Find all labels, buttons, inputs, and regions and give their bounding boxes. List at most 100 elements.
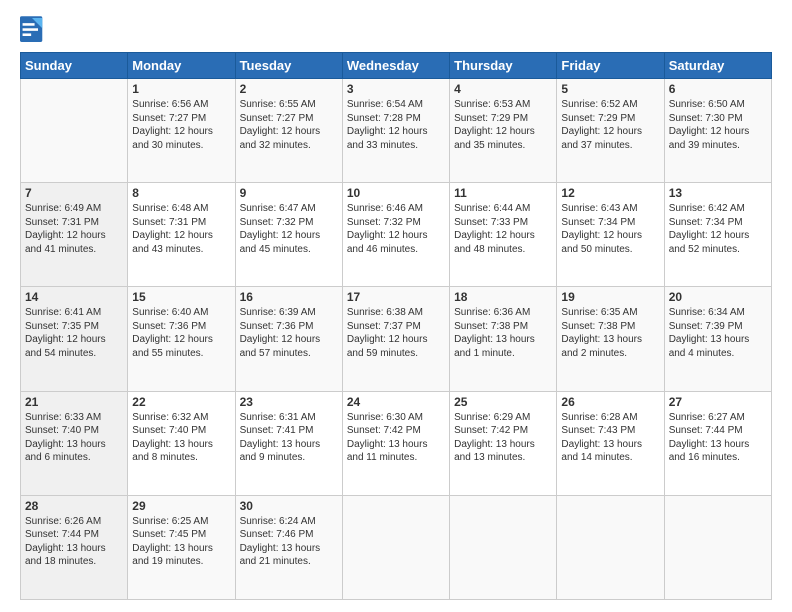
day-number: 17 <box>347 290 445 304</box>
day-info: Sunrise: 6:29 AMSunset: 7:42 PMDaylight:… <box>454 411 552 465</box>
day-number: 28 <box>25 499 123 513</box>
day-number: 19 <box>561 290 659 304</box>
day-number: 23 <box>240 395 338 409</box>
day-info: Sunrise: 6:53 AMSunset: 7:29 PMDaylight:… <box>454 98 552 152</box>
day-cell: 11 Sunrise: 6:44 AMSunset: 7:33 PMDaylig… <box>450 183 557 287</box>
week-row-0: 1 Sunrise: 6:56 AMSunset: 7:27 PMDayligh… <box>21 79 772 183</box>
header-cell-tuesday: Tuesday <box>235 53 342 79</box>
day-cell: 23 Sunrise: 6:31 AMSunset: 7:41 PMDaylig… <box>235 391 342 495</box>
day-info: Sunrise: 6:28 AMSunset: 7:43 PMDaylight:… <box>561 411 659 465</box>
day-info: Sunrise: 6:41 AMSunset: 7:35 PMDaylight:… <box>25 306 123 360</box>
day-number: 25 <box>454 395 552 409</box>
day-cell: 5 Sunrise: 6:52 AMSunset: 7:29 PMDayligh… <box>557 79 664 183</box>
day-number: 12 <box>561 186 659 200</box>
day-number: 10 <box>347 186 445 200</box>
day-cell: 25 Sunrise: 6:29 AMSunset: 7:42 PMDaylig… <box>450 391 557 495</box>
calendar-table: SundayMondayTuesdayWednesdayThursdayFrid… <box>20 52 772 600</box>
day-number: 24 <box>347 395 445 409</box>
day-cell: 27 Sunrise: 6:27 AMSunset: 7:44 PMDaylig… <box>664 391 771 495</box>
day-number: 8 <box>132 186 230 200</box>
day-cell: 9 Sunrise: 6:47 AMSunset: 7:32 PMDayligh… <box>235 183 342 287</box>
header-cell-sunday: Sunday <box>21 53 128 79</box>
day-cell: 15 Sunrise: 6:40 AMSunset: 7:36 PMDaylig… <box>128 287 235 391</box>
week-row-1: 7 Sunrise: 6:49 AMSunset: 7:31 PMDayligh… <box>21 183 772 287</box>
day-cell: 8 Sunrise: 6:48 AMSunset: 7:31 PMDayligh… <box>128 183 235 287</box>
day-number: 26 <box>561 395 659 409</box>
day-number: 9 <box>240 186 338 200</box>
day-cell: 13 Sunrise: 6:42 AMSunset: 7:34 PMDaylig… <box>664 183 771 287</box>
day-info: Sunrise: 6:42 AMSunset: 7:34 PMDaylight:… <box>669 202 767 256</box>
logo-icon <box>20 16 44 44</box>
day-cell <box>664 495 771 599</box>
day-cell: 18 Sunrise: 6:36 AMSunset: 7:38 PMDaylig… <box>450 287 557 391</box>
day-info: Sunrise: 6:25 AMSunset: 7:45 PMDaylight:… <box>132 515 230 569</box>
day-info: Sunrise: 6:54 AMSunset: 7:28 PMDaylight:… <box>347 98 445 152</box>
header <box>20 16 772 44</box>
header-cell-saturday: Saturday <box>664 53 771 79</box>
day-info: Sunrise: 6:52 AMSunset: 7:29 PMDaylight:… <box>561 98 659 152</box>
day-number: 30 <box>240 499 338 513</box>
day-cell <box>342 495 449 599</box>
day-number: 1 <box>132 82 230 96</box>
header-row: SundayMondayTuesdayWednesdayThursdayFrid… <box>21 53 772 79</box>
day-number: 4 <box>454 82 552 96</box>
day-info: Sunrise: 6:43 AMSunset: 7:34 PMDaylight:… <box>561 202 659 256</box>
day-cell: 17 Sunrise: 6:38 AMSunset: 7:37 PMDaylig… <box>342 287 449 391</box>
day-info: Sunrise: 6:39 AMSunset: 7:36 PMDaylight:… <box>240 306 338 360</box>
day-info: Sunrise: 6:30 AMSunset: 7:42 PMDaylight:… <box>347 411 445 465</box>
day-number: 15 <box>132 290 230 304</box>
day-number: 3 <box>347 82 445 96</box>
header-cell-friday: Friday <box>557 53 664 79</box>
day-cell: 19 Sunrise: 6:35 AMSunset: 7:38 PMDaylig… <box>557 287 664 391</box>
day-number: 13 <box>669 186 767 200</box>
header-cell-wednesday: Wednesday <box>342 53 449 79</box>
day-info: Sunrise: 6:26 AMSunset: 7:44 PMDaylight:… <box>25 515 123 569</box>
day-cell <box>450 495 557 599</box>
day-cell: 29 Sunrise: 6:25 AMSunset: 7:45 PMDaylig… <box>128 495 235 599</box>
day-cell: 14 Sunrise: 6:41 AMSunset: 7:35 PMDaylig… <box>21 287 128 391</box>
day-cell: 21 Sunrise: 6:33 AMSunset: 7:40 PMDaylig… <box>21 391 128 495</box>
day-info: Sunrise: 6:46 AMSunset: 7:32 PMDaylight:… <box>347 202 445 256</box>
day-number: 14 <box>25 290 123 304</box>
day-info: Sunrise: 6:47 AMSunset: 7:32 PMDaylight:… <box>240 202 338 256</box>
day-info: Sunrise: 6:56 AMSunset: 7:27 PMDaylight:… <box>132 98 230 152</box>
day-number: 29 <box>132 499 230 513</box>
header-cell-monday: Monday <box>128 53 235 79</box>
day-info: Sunrise: 6:31 AMSunset: 7:41 PMDaylight:… <box>240 411 338 465</box>
day-info: Sunrise: 6:34 AMSunset: 7:39 PMDaylight:… <box>669 306 767 360</box>
day-cell: 1 Sunrise: 6:56 AMSunset: 7:27 PMDayligh… <box>128 79 235 183</box>
header-cell-thursday: Thursday <box>450 53 557 79</box>
day-cell: 30 Sunrise: 6:24 AMSunset: 7:46 PMDaylig… <box>235 495 342 599</box>
day-cell: 20 Sunrise: 6:34 AMSunset: 7:39 PMDaylig… <box>664 287 771 391</box>
day-number: 22 <box>132 395 230 409</box>
day-info: Sunrise: 6:40 AMSunset: 7:36 PMDaylight:… <box>132 306 230 360</box>
day-cell: 12 Sunrise: 6:43 AMSunset: 7:34 PMDaylig… <box>557 183 664 287</box>
day-cell: 7 Sunrise: 6:49 AMSunset: 7:31 PMDayligh… <box>21 183 128 287</box>
day-number: 7 <box>25 186 123 200</box>
day-cell: 2 Sunrise: 6:55 AMSunset: 7:27 PMDayligh… <box>235 79 342 183</box>
day-info: Sunrise: 6:38 AMSunset: 7:37 PMDaylight:… <box>347 306 445 360</box>
day-number: 27 <box>669 395 767 409</box>
day-info: Sunrise: 6:32 AMSunset: 7:40 PMDaylight:… <box>132 411 230 465</box>
day-info: Sunrise: 6:50 AMSunset: 7:30 PMDaylight:… <box>669 98 767 152</box>
logo <box>20 16 48 44</box>
day-number: 18 <box>454 290 552 304</box>
day-info: Sunrise: 6:48 AMSunset: 7:31 PMDaylight:… <box>132 202 230 256</box>
day-cell: 4 Sunrise: 6:53 AMSunset: 7:29 PMDayligh… <box>450 79 557 183</box>
day-info: Sunrise: 6:33 AMSunset: 7:40 PMDaylight:… <box>25 411 123 465</box>
day-info: Sunrise: 6:44 AMSunset: 7:33 PMDaylight:… <box>454 202 552 256</box>
day-number: 21 <box>25 395 123 409</box>
week-row-2: 14 Sunrise: 6:41 AMSunset: 7:35 PMDaylig… <box>21 287 772 391</box>
day-number: 16 <box>240 290 338 304</box>
day-number: 2 <box>240 82 338 96</box>
day-info: Sunrise: 6:55 AMSunset: 7:27 PMDaylight:… <box>240 98 338 152</box>
day-info: Sunrise: 6:35 AMSunset: 7:38 PMDaylight:… <box>561 306 659 360</box>
day-cell: 3 Sunrise: 6:54 AMSunset: 7:28 PMDayligh… <box>342 79 449 183</box>
day-cell: 26 Sunrise: 6:28 AMSunset: 7:43 PMDaylig… <box>557 391 664 495</box>
day-cell: 22 Sunrise: 6:32 AMSunset: 7:40 PMDaylig… <box>128 391 235 495</box>
day-cell: 24 Sunrise: 6:30 AMSunset: 7:42 PMDaylig… <box>342 391 449 495</box>
day-cell: 16 Sunrise: 6:39 AMSunset: 7:36 PMDaylig… <box>235 287 342 391</box>
day-number: 11 <box>454 186 552 200</box>
day-info: Sunrise: 6:49 AMSunset: 7:31 PMDaylight:… <box>25 202 123 256</box>
day-cell: 6 Sunrise: 6:50 AMSunset: 7:30 PMDayligh… <box>664 79 771 183</box>
